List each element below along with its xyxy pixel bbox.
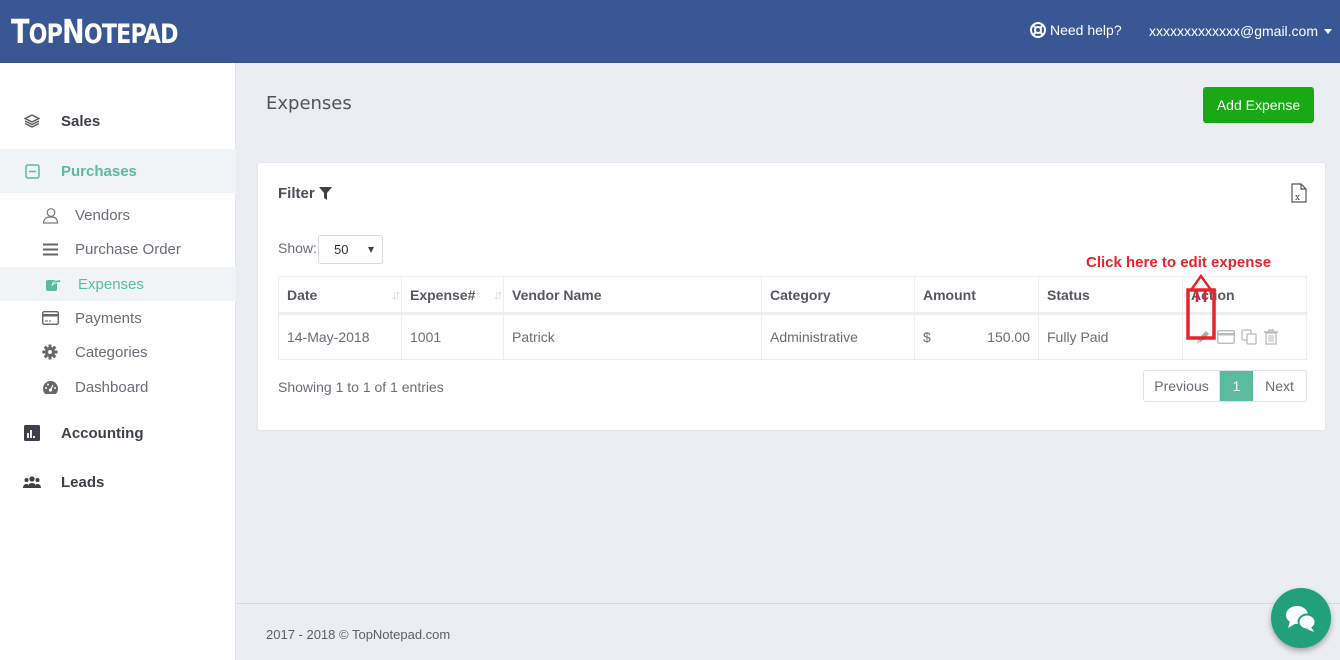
user-icon [41, 206, 59, 224]
column-header-amount[interactable]: Amount [914, 276, 1039, 315]
bar-chart-icon [23, 424, 41, 442]
entries-info: Showing 1 to 1 of 1 entries [278, 379, 444, 395]
amount-value: 150.00 [987, 329, 1030, 345]
need-help-label: Need help? [1050, 22, 1122, 38]
filter-toggle[interactable]: Filter [278, 185, 332, 202]
header-label: Vendor Name [512, 286, 602, 303]
chat-bubbles-icon [1286, 606, 1317, 632]
cell-date: 14-May-2018 [278, 313, 402, 360]
page-title: Expenses [266, 93, 352, 114]
column-header-vendor-name[interactable]: Vendor Name [503, 276, 762, 315]
logo[interactable]: TOPNOTEPAD [11, 12, 179, 51]
cell-status: Fully Paid [1038, 313, 1183, 360]
sidebar-label: Categories [75, 343, 148, 361]
sidebar-label: Vendors [75, 206, 131, 224]
sidebar-item-purchase-order[interactable]: Purchase Order [0, 232, 236, 266]
currency-symbol: $ [923, 329, 931, 345]
table-header-row: Date ↓↑ Expense# ↓↑ Vendor Name Category A… [278, 276, 1307, 315]
annotation-label: Click here to edit expense [1086, 254, 1272, 271]
expenses-table: Date ↓↑ Expense# ↓↑ Vendor Name Category A… [278, 276, 1307, 360]
sidebar-item-categories[interactable]: Categories [0, 335, 236, 369]
dashboard-icon [41, 378, 59, 396]
column-header-expense-no[interactable]: Expense# ↓↑ [401, 276, 504, 315]
lifebuoy-icon [1030, 22, 1046, 38]
sidebar: Sales Purchases Vendors Purchase Order E… [0, 63, 236, 660]
page-size-value: 50 [334, 242, 349, 257]
add-expense-button[interactable]: Add Expense [1203, 87, 1314, 123]
header-label: Date [287, 286, 318, 303]
sidebar-item-leads[interactable]: Leads [0, 460, 236, 504]
sidebar-item-expenses[interactable]: Expenses [0, 267, 236, 301]
filter-icon [318, 187, 332, 200]
users-icon [23, 473, 41, 491]
sidebar-label: Accounting [61, 424, 144, 442]
column-header-category[interactable]: Category [761, 276, 915, 315]
previous-page-button[interactable]: Previous [1144, 371, 1220, 401]
sidebar-label: Payments [75, 309, 142, 327]
pagination: Previous 1 Next [1143, 370, 1307, 402]
sidebar-item-dashboard[interactable]: Dashboard [0, 370, 236, 404]
logo-n: N [62, 12, 85, 51]
cell-vendor: Patrick [503, 313, 762, 360]
column-header-status[interactable]: Status [1038, 276, 1183, 315]
share-icon [44, 275, 62, 293]
show-label: Show: [278, 240, 317, 256]
sidebar-label: Leads [61, 473, 105, 491]
header-label: Status [1047, 286, 1090, 303]
svg-text:x: x [1295, 193, 1300, 203]
column-header-date[interactable]: Date ↓↑ [278, 276, 402, 315]
expenses-card: Filter x Show: 50 Date ↓↑ Expense# ↓↑ Vend… [257, 162, 1326, 431]
filter-label: Filter [278, 185, 315, 202]
excel-export-icon[interactable]: x [1291, 183, 1307, 203]
sidebar-label: Dashboard [75, 378, 149, 396]
sidebar-item-purchases[interactable]: Purchases [0, 149, 236, 193]
cell-expense-no: 1001 [401, 313, 504, 360]
gear-icon [41, 343, 59, 361]
sidebar-item-sales[interactable]: Sales [0, 99, 236, 143]
trash-icon[interactable] [1263, 329, 1279, 345]
need-help-link[interactable]: Need help? [1030, 22, 1122, 38]
next-page-button[interactable]: Next [1253, 371, 1306, 401]
sidebar-item-accounting[interactable]: Accounting [0, 411, 236, 455]
account-email: xxxxxxxxxxxxx@gmail.com [1149, 23, 1319, 39]
sidebar-item-vendors[interactable]: Vendors [0, 198, 236, 232]
sidebar-item-payments[interactable]: Payments [0, 301, 236, 335]
layers-icon [23, 112, 41, 130]
caret-down-icon [1324, 28, 1333, 34]
header-label: Amount [923, 286, 976, 303]
sidebar-label: Expenses [78, 275, 144, 293]
footer-copyright: 2017 - 2018 © TopNotepad.com [266, 627, 451, 642]
list-icon [41, 240, 59, 258]
copy-icon[interactable] [1241, 329, 1257, 345]
footer-divider [237, 603, 1340, 604]
caret-down-icon [368, 247, 374, 253]
sidebar-label: Sales [61, 112, 101, 130]
sidebar-label: Purchases [61, 162, 137, 180]
header-label: Expense# [410, 286, 476, 303]
table-row: 14-May-2018 1001 Patrick Administrative … [278, 313, 1307, 360]
account-menu[interactable]: xxxxxxxxxxxxx@gmail.com [1149, 23, 1333, 39]
annotation-arrow [1186, 273, 1216, 340]
logo-t: T [11, 12, 29, 51]
header-label: Category [770, 286, 831, 303]
cell-category: Administrative [761, 313, 915, 360]
cell-amount: $150.00 [914, 313, 1039, 360]
page-1-button[interactable]: 1 [1220, 371, 1253, 401]
chat-button[interactable] [1271, 588, 1331, 648]
sort-icon: ↓↑ [391, 287, 401, 302]
minus-square-icon [23, 162, 41, 180]
logo-otepad: OTEPAD [83, 19, 179, 50]
top-bar: TOPNOTEPAD Need help? xxxxxxxxxxxxx@gmai… [0, 0, 1340, 63]
sort-icon: ↓↑ [493, 287, 503, 302]
logo-op: OP [28, 19, 63, 50]
credit-card-icon [41, 309, 59, 327]
sidebar-label: Purchase Order [75, 240, 181, 258]
page-size-select[interactable]: 50 [318, 235, 383, 264]
